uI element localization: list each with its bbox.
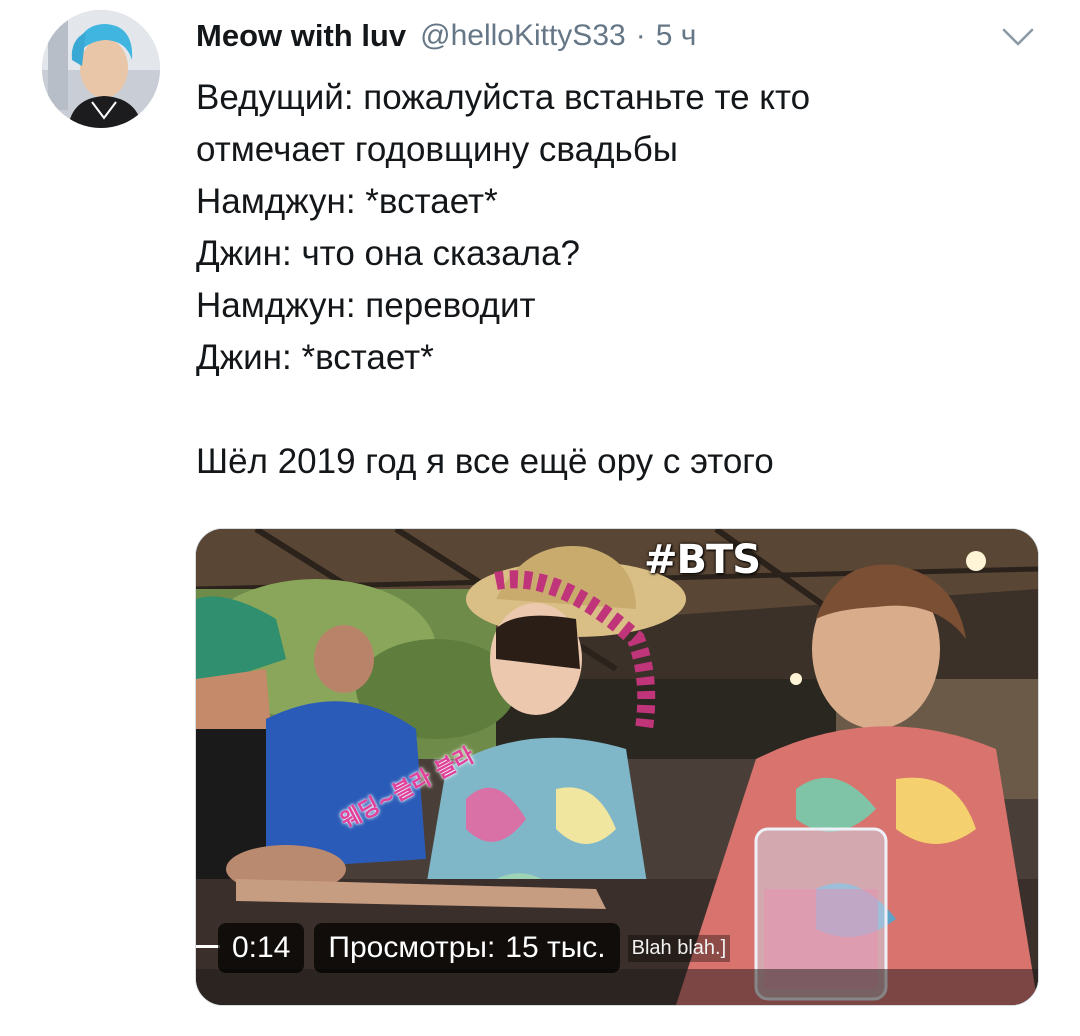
tweet-text: Ведущий: пожалуйста встаньте те кто отме…	[196, 72, 1056, 488]
avatar-image	[42, 10, 160, 128]
subtitle-fragment: Blah blah.]	[627, 934, 731, 962]
tweet-text-line: Намджун: *встает*	[196, 182, 498, 221]
tweet-text-line: Ведущий: пожалуйста встаньте те кто	[196, 78, 811, 117]
tweet-text-line: Джин: *встает*	[196, 338, 434, 377]
video-player[interactable]: #BTS 웨딩~블라 블라 0:14 Просмотры: 15 тыс. Bla…	[195, 528, 1039, 1006]
author-display-name[interactable]: Meow with luv	[196, 18, 406, 54]
tweet-text-line: отмечает годовщину свадьбы	[196, 130, 678, 169]
header-separator: ·	[635, 19, 646, 52]
author-handle[interactable]: @helloKittyS33	[420, 19, 626, 53]
tweet-header: Meow with luv @helloKittyS33 · 5 ч	[196, 14, 996, 58]
view-count-badge: Просмотры: 15 тыс.	[314, 923, 620, 973]
views-value: 15 тыс.	[505, 931, 606, 964]
views-label: Просмотры:	[328, 931, 496, 964]
video-info-bar: 0:14 Просмотры: 15 тыс. Blah blah.]	[218, 921, 731, 975]
tweet-text-last-line: Шёл 2019 год я все ещё ору с этого	[196, 442, 774, 481]
tweet-text-line: Джин: что она сказала?	[196, 234, 581, 273]
progress-indicator	[196, 945, 220, 948]
video-duration: 0:14	[218, 923, 305, 973]
tweet-text-line: Намджун: переводит	[196, 286, 536, 325]
tweet-timestamp[interactable]: 5 ч	[656, 19, 697, 53]
avatar[interactable]	[42, 10, 160, 128]
hashtag-overlay: #BTS	[644, 537, 761, 583]
chevron-down-icon[interactable]	[1000, 26, 1036, 48]
